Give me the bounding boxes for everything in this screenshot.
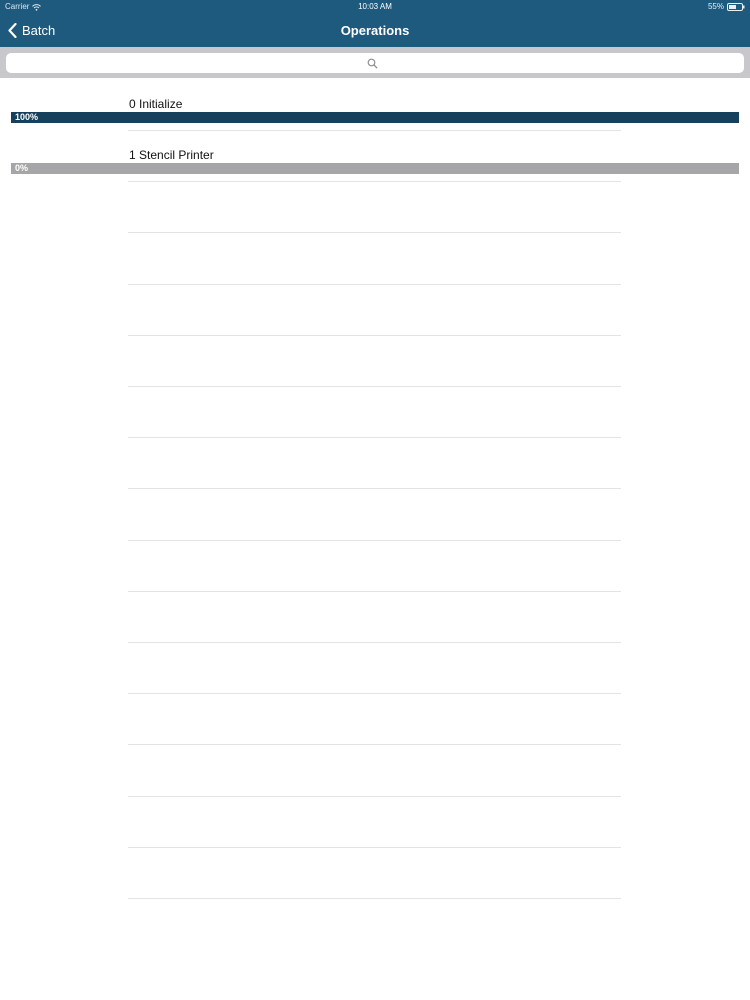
progress-bar: 0%: [11, 163, 739, 174]
operation-name: 1 Stencil Printer: [129, 148, 214, 162]
search-bar: [0, 47, 750, 78]
operations-screen: Carrier 10:03 AM 55% Batch Operations 0 …: [0, 0, 750, 1000]
row-separator: [128, 386, 621, 387]
row-separator: [128, 437, 621, 438]
progress-percent: 0%: [15, 163, 29, 173]
row-separator: [128, 540, 621, 541]
row-separator: [128, 130, 621, 131]
row-separator: [128, 591, 621, 592]
row-separator: [128, 284, 621, 285]
search-icon: [367, 58, 378, 69]
row-separator: [128, 488, 621, 489]
status-bar: Carrier 10:03 AM 55%: [0, 0, 750, 14]
row-separator: [128, 181, 621, 182]
row-separator: [128, 898, 621, 899]
row-separator: [128, 335, 621, 336]
list-item[interactable]: 1 Stencil Printer 0%: [0, 129, 750, 180]
row-separator: [128, 642, 621, 643]
page-title: Operations: [340, 23, 410, 38]
battery-icon: [727, 3, 745, 11]
status-time: 10:03 AM: [358, 2, 392, 11]
battery-percent: 55%: [707, 2, 724, 11]
row-separator: [128, 232, 621, 233]
progress-fill: [11, 112, 739, 123]
header: Carrier 10:03 AM 55% Batch Operations: [0, 0, 750, 47]
list-item[interactable]: 0 Initialize 100%: [0, 78, 750, 129]
progress-percent: 100%: [15, 112, 39, 122]
row-separator: [128, 744, 621, 745]
row-separator: [128, 693, 621, 694]
status-battery: 55%: [708, 0, 745, 14]
progress-bar: 100%: [11, 112, 739, 123]
row-separator: [128, 796, 621, 797]
operation-name: 0 Initialize: [129, 97, 183, 111]
navigation-bar: Batch Operations: [0, 14, 750, 47]
row-separator: [128, 847, 621, 848]
